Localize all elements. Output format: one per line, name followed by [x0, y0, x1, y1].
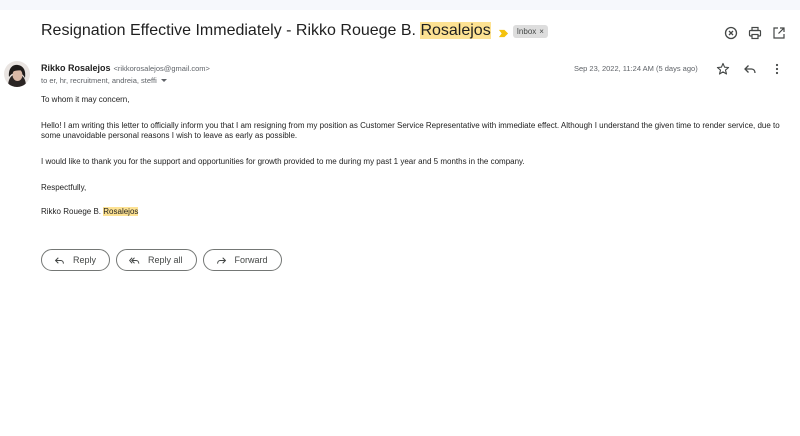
print-icon[interactable] [748, 26, 762, 40]
inbox-label-text: Inbox [516, 26, 537, 36]
body-paragraph-2: I would like to thank you for the suppor… [41, 157, 525, 166]
thread-actions [724, 26, 786, 40]
body-signature: Rikko Rouege B. Rosalejos [41, 207, 139, 216]
reply-icon[interactable] [743, 62, 757, 76]
top-strip [0, 0, 800, 10]
reply-actions: Reply Reply all Forward [41, 249, 282, 271]
body-greeting: To whom it may concern, [41, 95, 130, 104]
recipients-text: to er, hr, recruitment, andreia, steffi [41, 76, 157, 85]
reply-all-icon [129, 256, 140, 264]
reply-all-label: Reply all [148, 255, 183, 265]
more-vert-icon[interactable] [770, 62, 784, 76]
close-circle-icon[interactable] [724, 26, 738, 40]
inbox-label-chip[interactable]: Inbox × [512, 24, 548, 38]
forward-label: Forward [234, 255, 268, 265]
body-paragraph-1: Hello! I am writing this letter to offic… [41, 121, 780, 140]
reply-all-button[interactable]: Reply all [116, 249, 197, 271]
message-actions [716, 62, 784, 76]
recipients-line[interactable]: to er, hr, recruitment, andreia, steffi [41, 76, 167, 85]
forward-icon [216, 256, 226, 264]
important-marker-icon[interactable] [498, 26, 509, 37]
reply-button[interactable]: Reply [41, 249, 111, 271]
remove-label-icon[interactable]: × [539, 27, 544, 36]
sender-email: <rikkorosalejos@gmail.com> [113, 64, 210, 73]
subject-row: Resignation Effective Immediately - Rikk… [41, 22, 548, 40]
subject-highlight: Rosalejos [420, 22, 491, 39]
forward-button[interactable]: Forward [202, 249, 282, 271]
body-closing: Respectfully, [41, 183, 87, 192]
open-new-window-icon[interactable] [772, 26, 786, 40]
signature-highlight: Rosalejos [103, 207, 139, 216]
reply-label: Reply [73, 255, 97, 265]
sender-line: Rikko Rosalejos <rikkorosalejos@gmail.co… [41, 63, 210, 73]
star-icon[interactable] [716, 62, 730, 76]
sender-name[interactable]: Rikko Rosalejos [41, 63, 111, 73]
message-body: To whom it may concern, Hello! I am writ… [41, 95, 786, 233]
sender-avatar[interactable] [4, 61, 30, 87]
message-date: Sep 23, 2022, 11:24 AM (5 days ago) [574, 64, 698, 73]
caret-down-icon[interactable] [160, 79, 167, 82]
reply-icon [54, 256, 64, 264]
email-subject: Resignation Effective Immediately - Rikk… [41, 22, 491, 39]
